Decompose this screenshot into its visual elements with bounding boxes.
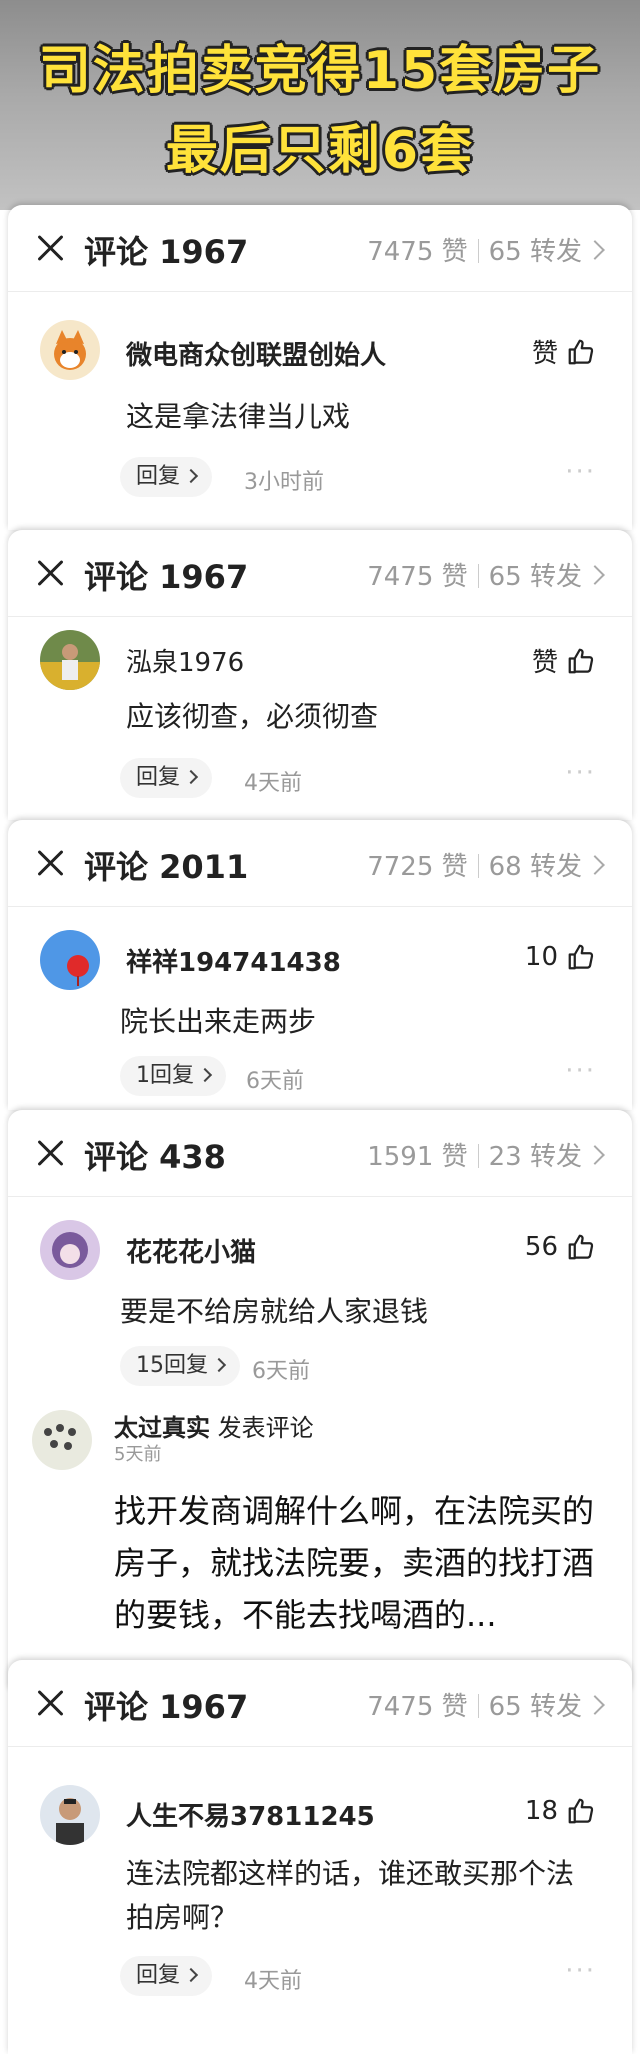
thumbs-up-icon bbox=[568, 648, 594, 673]
comments-header: 评论 1967 7475 赞 65 转发 bbox=[8, 530, 632, 617]
thumbs-up-icon bbox=[568, 1798, 594, 1824]
likes-count: 7725 赞 bbox=[367, 852, 468, 882]
thumbs-up-icon bbox=[568, 339, 594, 364]
comment-text: 应该彻查，必须彻查 bbox=[126, 700, 379, 733]
like-count: 18 bbox=[524, 1796, 558, 1826]
more-dots-icon[interactable]: ··· bbox=[565, 457, 596, 487]
avatar[interactable] bbox=[40, 630, 100, 690]
like-count: 10 bbox=[524, 942, 558, 972]
chevron-right-icon bbox=[585, 1695, 605, 1715]
comment-username[interactable]: 花花花小猫 bbox=[126, 1232, 256, 1269]
like-button[interactable]: 18 bbox=[525, 1796, 596, 1826]
comment-panel-5: 评论 1967 7475 赞 65 转发 人生不易37811245 18 连法院都… bbox=[8, 1660, 632, 2054]
comments-header: 评论 1967 7475 赞 65 转发 bbox=[8, 205, 632, 292]
comments-header: 评论 1967 7475 赞 65 转发 bbox=[8, 1660, 632, 1747]
likes-count: 7475 赞 bbox=[367, 1692, 468, 1722]
more-dots-icon[interactable]: ··· bbox=[565, 1956, 596, 1986]
close-icon[interactable] bbox=[32, 554, 70, 592]
chevron-right-icon bbox=[183, 1967, 199, 1983]
reply-button[interactable]: 回复 bbox=[120, 1956, 213, 1996]
comment-time: 4天前 bbox=[244, 771, 302, 796]
chevron-right-icon bbox=[183, 769, 199, 785]
reply-button[interactable]: 回复 bbox=[120, 457, 213, 497]
post-time: 5天前 bbox=[114, 1444, 162, 1465]
shares-count: 65 转发 bbox=[488, 562, 582, 592]
video-banner: 司法拍卖竞得15套房子 最后只剩6套 bbox=[0, 0, 640, 210]
comment-time: 3小时前 bbox=[244, 470, 324, 495]
thumbs-up-icon bbox=[568, 1234, 594, 1260]
chevron-right-icon bbox=[585, 855, 605, 875]
likes-count: 7475 赞 bbox=[367, 237, 468, 267]
like-button[interactable]: 56 bbox=[525, 1232, 596, 1262]
comment-username[interactable]: 祥祥194741438 bbox=[126, 942, 341, 979]
shares-count: 65 转发 bbox=[488, 1692, 582, 1722]
more-dots-icon[interactable]: ··· bbox=[565, 1056, 596, 1086]
more-dots-icon[interactable]: ··· bbox=[565, 758, 596, 788]
comment-text: 连法院都这样的话，谁还敢买那个法拍房啊？ bbox=[126, 1857, 575, 1934]
likes-count: 7475 赞 bbox=[367, 562, 468, 592]
like-button[interactable]: 赞 bbox=[532, 333, 596, 370]
comment-time: 6天前 bbox=[246, 1069, 304, 1094]
post-action: 发表评论 bbox=[217, 1414, 314, 1442]
like-count: 56 bbox=[524, 1232, 558, 1262]
avatar[interactable] bbox=[40, 1785, 100, 1845]
post-author[interactable]: 太过真实 发表评论 bbox=[114, 1408, 314, 1443]
like-button[interactable]: 10 bbox=[525, 942, 596, 972]
avatar[interactable] bbox=[40, 320, 100, 380]
reply-button[interactable]: 1回复 bbox=[120, 1056, 226, 1096]
comment-panel-3: 评论 2011 7725 赞 68 转发 祥祥194741438 10 院长出来走… bbox=[8, 820, 632, 1110]
comment-panel-1: 评论 1967 7475 赞 65 转发 微电商众创联盟创始人 赞 这是拿法律当儿… bbox=[8, 205, 632, 530]
comments-title: 评论 438 bbox=[84, 1138, 226, 1176]
like-button[interactable]: 赞 bbox=[532, 642, 596, 679]
shares-count: 23 转发 bbox=[488, 1142, 582, 1172]
chevron-right-icon bbox=[197, 1067, 213, 1083]
shares-count: 65 转发 bbox=[488, 237, 582, 267]
banner-title-line2: 最后只剩6套 bbox=[165, 121, 475, 181]
comments-header: 评论 438 1591 赞 23 转发 bbox=[8, 1110, 632, 1197]
chevron-right-icon bbox=[585, 1145, 605, 1165]
comment-time: 6天前 bbox=[252, 1359, 310, 1384]
reply-button[interactable]: 回复 bbox=[120, 758, 213, 798]
comments-header: 评论 2011 7725 赞 68 转发 bbox=[8, 820, 632, 907]
comments-title: 评论 2011 bbox=[84, 848, 249, 886]
like-count: 赞 bbox=[531, 339, 558, 369]
post-body: 找开发商调解什么啊，在法院买的房子，就找法院要，卖酒的找打酒的要钱，不能去找喝酒… bbox=[114, 1492, 595, 1634]
avatar[interactable] bbox=[40, 1220, 100, 1280]
close-icon[interactable] bbox=[32, 1134, 70, 1172]
avatar[interactable] bbox=[40, 930, 100, 990]
comment-stats[interactable]: 1591 赞 23 转发 bbox=[367, 1136, 605, 1173]
chevron-right-icon bbox=[585, 565, 605, 585]
close-icon[interactable] bbox=[32, 229, 70, 267]
comment-username[interactable]: 人生不易37811245 bbox=[126, 1796, 375, 1833]
comment-time: 4天前 bbox=[244, 1969, 302, 1994]
comment-stats[interactable]: 7475 赞 65 转发 bbox=[367, 231, 605, 268]
reply-button[interactable]: 15回复 bbox=[120, 1346, 240, 1386]
comment-text: 这是拿法律当儿戏 bbox=[126, 400, 351, 433]
post-avatar[interactable] bbox=[32, 1410, 92, 1470]
like-count: 赞 bbox=[531, 648, 558, 678]
close-icon[interactable] bbox=[32, 1684, 70, 1722]
close-icon[interactable] bbox=[32, 844, 70, 882]
comments-title: 评论 1967 bbox=[84, 1688, 249, 1726]
comment-stats[interactable]: 7475 赞 65 转发 bbox=[367, 1686, 605, 1723]
comments-title: 评论 1967 bbox=[84, 233, 249, 271]
shares-count: 68 转发 bbox=[488, 852, 582, 882]
likes-count: 1591 赞 bbox=[367, 1142, 468, 1172]
comments-title: 评论 1967 bbox=[84, 558, 249, 596]
comment-panel-2: 评论 1967 7475 赞 65 转发 泓泉1976 赞 应该彻查，必须彻查 回… bbox=[8, 530, 632, 820]
comment-text: 要是不给房就给人家退钱 bbox=[120, 1295, 429, 1328]
comment-username[interactable]: 泓泉1976 bbox=[126, 642, 244, 679]
comment-stats[interactable]: 7725 赞 68 转发 bbox=[367, 846, 605, 883]
chevron-right-icon bbox=[211, 1357, 227, 1373]
thumbs-up-icon bbox=[568, 944, 594, 970]
chevron-right-icon bbox=[183, 468, 199, 484]
comment-stats[interactable]: 7475 赞 65 转发 bbox=[367, 556, 605, 593]
comment-text: 院长出来走两步 bbox=[120, 1005, 317, 1038]
banner-title-line1: 司法拍卖竞得15套房子 bbox=[38, 41, 602, 101]
chevron-right-icon bbox=[585, 240, 605, 260]
comment-username[interactable]: 微电商众创联盟创始人 bbox=[126, 335, 386, 372]
